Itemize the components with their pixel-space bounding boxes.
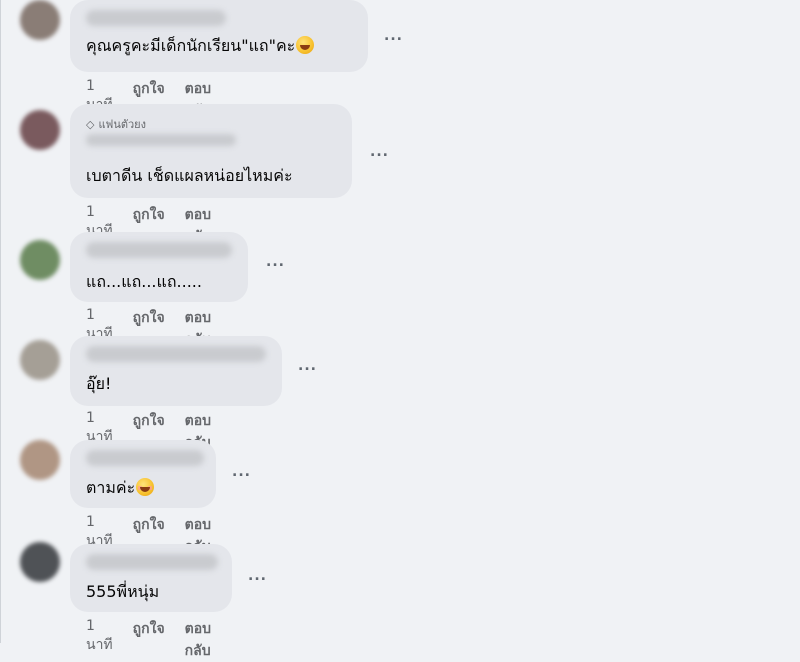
avatar[interactable] [20,0,60,40]
more-options-button[interactable]: ... [298,358,317,374]
avatar[interactable] [20,542,60,582]
reply-button[interactable]: ตอบกลับ [185,618,211,662]
comment-text: ตามค่ะ [86,478,155,498]
author-name[interactable] [86,134,236,146]
grinning-sweat-emoji-icon [296,36,315,54]
comment-text: 555พี่หนุ่ม [86,582,160,601]
more-options-button[interactable]: ... [266,254,285,270]
comment-actions: 1 นาที ถูกใจ ตอบกลับ [86,618,211,662]
author-name[interactable] [86,554,218,570]
author-name[interactable] [86,10,226,26]
timestamp[interactable]: 1 นาที [86,618,113,662]
comment-bubble: ◇ แฟนตัวยง เบตาดีน เช็ดแผลหน่อยไหมค่ะ [70,104,352,198]
comment-text: แถ...แถ...แถ..... [86,272,202,291]
avatar[interactable] [20,110,60,150]
more-options-button[interactable]: ... [232,464,251,480]
comment-bubble: 555พี่หนุ่ม [70,544,232,612]
comment-text: อุ๊ย! [86,374,112,393]
avatar[interactable] [20,440,60,480]
diamond-icon: ◇ [86,117,95,131]
comment-text: เบตาดีน เช็ดแผลหน่อยไหมค่ะ [86,166,293,185]
like-button[interactable]: ถูกใจ [133,618,165,662]
more-options-button[interactable]: ... [384,28,403,44]
comment-text: คุณครูคะมีเด็กนักเรียน"แถ"คะ [86,36,315,56]
badge-label: แฟนตัวยง [98,118,147,131]
author-name[interactable] [86,346,266,362]
more-options-button[interactable]: ... [370,144,389,160]
avatar[interactable] [20,340,60,380]
comment-bubble: ตามค่ะ [70,440,216,508]
blushing-emoji-icon [136,478,155,496]
comment-bubble: แถ...แถ...แถ..... [70,232,248,302]
top-fan-badge: ◇ แฟนตัวยง [86,115,146,133]
more-options-button[interactable]: ... [248,568,267,584]
author-name[interactable] [86,450,204,466]
frame-border [0,0,1,643]
comment-bubble: คุณครูคะมีเด็กนักเรียน"แถ"คะ [70,0,368,72]
avatar[interactable] [20,240,60,280]
comment-bubble: อุ๊ย! [70,336,282,406]
author-name[interactable] [86,242,232,258]
